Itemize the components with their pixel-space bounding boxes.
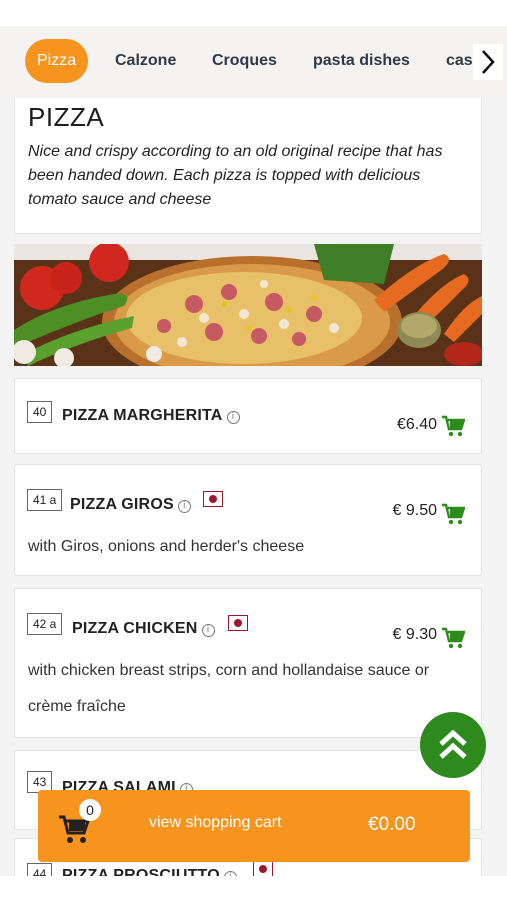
item-price: € 9.30 <box>392 626 437 643</box>
cart-add-icon[interactable] <box>441 503 465 525</box>
cart-count-badge: 0 <box>79 799 101 821</box>
tab-croques[interactable]: Croques <box>212 39 277 83</box>
category-tabbar: Pizza Calzone Croques pasta dishes cass <box>0 26 507 98</box>
tab-pasta-dishes[interactable]: pasta dishes <box>313 39 410 83</box>
tab-calzone[interactable]: Calzone <box>115 39 176 83</box>
cart-add-icon[interactable] <box>441 627 465 649</box>
cart-label: view shopping cart <box>149 814 282 831</box>
item-number: 40 <box>27 401 53 423</box>
item-number: 41 a <box>27 489 63 511</box>
view-cart-button[interactable]: 0 view shopping cart €0.00 <box>38 790 470 862</box>
menu-item-pizza-margherita[interactable]: 40 PIZZA MARGHERITA i €6.40 <box>14 378 482 454</box>
section-title: PIZZA <box>28 102 105 132</box>
item-name: PIZZA GIROS i <box>70 496 191 514</box>
menu-item-pizza-giros[interactable]: 41 a PIZZA GIROS i € 9.50 with Giros, oni… <box>14 464 482 576</box>
info-icon[interactable]: i <box>226 411 240 424</box>
item-price: € 9.50 <box>392 502 437 519</box>
tab-pizza[interactable]: Pizza <box>25 39 89 83</box>
menu-content: PIZZA Nice and crispy according to an ol… <box>0 98 507 900</box>
scroll-to-top-button[interactable] <box>420 712 486 778</box>
allergen-flag-icon[interactable] <box>203 491 223 507</box>
item-name: PIZZA MARGHERITA i <box>62 407 240 425</box>
info-icon[interactable]: i <box>201 624 215 637</box>
item-price: €6.40 <box>396 416 437 433</box>
tab-scroll-right-button[interactable] <box>473 44 503 80</box>
item-name: PIZZA CHICKEN i <box>72 620 215 638</box>
cart-add-icon[interactable] <box>441 415 465 437</box>
section-intro: PIZZA Nice and crispy according to an ol… <box>14 98 482 234</box>
menu-item-pizza-chicken[interactable]: 42 a PIZZA CHICKEN i € 9.30 with chicken … <box>14 588 482 738</box>
item-description: with Giros, onions and herder's cheese <box>28 538 305 555</box>
bottom-safe-area <box>0 876 507 900</box>
item-number: 42 a <box>27 613 63 635</box>
double-chevron-up-icon <box>439 730 467 759</box>
cart-total: €0.00 <box>368 814 416 835</box>
info-icon[interactable]: i <box>177 500 191 513</box>
item-description: with chicken breast strips, corn and hol… <box>28 662 430 715</box>
allergen-flag-icon[interactable] <box>228 615 248 631</box>
section-description: Nice and crispy according to an old orig… <box>28 143 443 208</box>
allergen-flag-icon[interactable] <box>253 861 273 877</box>
pizza-hero-image <box>14 244 482 366</box>
status-area <box>0 0 507 26</box>
chevron-right-icon <box>482 50 495 74</box>
